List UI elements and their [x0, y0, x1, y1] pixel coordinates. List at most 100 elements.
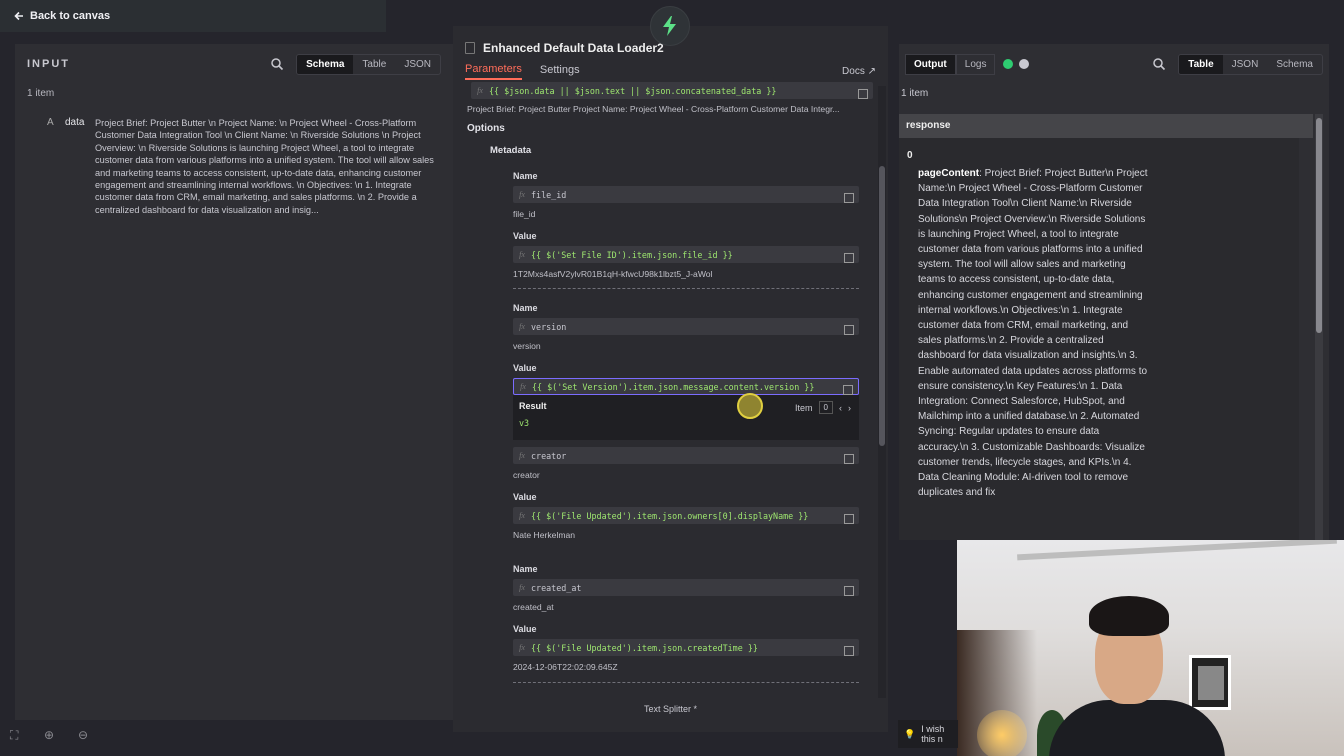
result-value: v3: [519, 418, 530, 428]
input-title: INPUT: [27, 58, 70, 70]
value-expression: {{ $('Set File ID').item.json.file_id }}: [531, 249, 733, 260]
search-icon[interactable]: [1152, 57, 1166, 71]
options-heading: Options: [467, 123, 505, 134]
ceiling-pipe: [1017, 540, 1337, 561]
zoom-out-icon[interactable]: ⊖: [78, 728, 94, 744]
expand-icon[interactable]: [843, 384, 853, 395]
value-input[interactable]: fx {{ $('Set File ID').item.json.file_id…: [513, 246, 859, 263]
tab-json[interactable]: JSON: [395, 55, 440, 74]
metadata-heading: Metadata: [490, 145, 532, 156]
output-scrollbar[interactable]: [1315, 114, 1323, 540]
input-item-count: 1 item: [27, 88, 55, 99]
fx-icon: fx: [519, 250, 525, 259]
expand-icon[interactable]: [844, 585, 854, 596]
input-panel: INPUT Schema Table JSON 1 item A data Pr…: [15, 44, 453, 720]
expand-icon[interactable]: [844, 324, 854, 335]
fx-icon: fx: [519, 322, 525, 331]
value-input[interactable]: fx {{ $('File Updated').item.json.owners…: [513, 507, 859, 524]
document-icon: [465, 42, 475, 54]
tab-table[interactable]: Table: [353, 55, 395, 74]
tab-logs[interactable]: Logs: [955, 53, 996, 75]
expand-icon[interactable]: [844, 192, 854, 203]
tab-parameters[interactable]: Parameters: [465, 63, 522, 80]
parameters-scrollbar[interactable]: [878, 86, 886, 698]
output-view-tabs: Table JSON Schema: [1178, 53, 1323, 75]
fx-icon: fx: [519, 583, 525, 592]
expand-icon[interactable]: [844, 453, 854, 464]
expand-icon[interactable]: [844, 645, 854, 656]
canvas-controls: ⛶ ⊕ ⊖: [10, 728, 94, 744]
name-input[interactable]: fx creator: [513, 447, 859, 464]
name-input[interactable]: fx created_at: [513, 579, 859, 596]
value-label: Value: [513, 492, 537, 502]
metadata-list: Name fx file_id file_id Value fx {{ $('S…: [513, 171, 859, 683]
field-value: Project Brief: Project Butter \n Project…: [95, 118, 434, 215]
expand-icon[interactable]: [844, 252, 854, 263]
tab-schema[interactable]: Schema: [1267, 55, 1322, 74]
fit-view-icon[interactable]: ⛶: [10, 728, 26, 744]
scrollbar-thumb[interactable]: [1316, 118, 1322, 333]
name-value: creator: [531, 450, 567, 461]
item-index-input[interactable]: 0: [818, 401, 833, 414]
value-expression: {{ $('Set Version').item.json.message.co…: [532, 381, 815, 392]
expand-icon[interactable]: [844, 513, 854, 524]
chevron-right-icon[interactable]: ›: [848, 403, 851, 413]
node-parameters-modal: Enhanced Default Data Loader2 Parameters…: [453, 26, 888, 732]
page-content-value: pageContent: Project Brief: Project Butt…: [918, 166, 1150, 500]
success-check-icon: [1003, 59, 1014, 69]
table-column-header: response: [899, 114, 1313, 138]
node-title[interactable]: Enhanced Default Data Loader2: [483, 41, 664, 55]
chevron-left-icon[interactable]: ‹: [839, 403, 842, 413]
info-icon[interactable]: [1019, 59, 1030, 69]
person-hair: [1089, 596, 1169, 636]
name-input[interactable]: fx file_id: [513, 186, 859, 203]
fx-icon: fx: [520, 382, 526, 391]
mouse-cursor-highlight: [737, 393, 763, 419]
name-label: Name: [513, 303, 538, 313]
tab-json[interactable]: JSON: [1223, 55, 1268, 74]
tab-schema[interactable]: Schema: [297, 54, 354, 74]
schema-field-row[interactable]: A data Project Brief: Project Butter \n …: [15, 103, 453, 216]
name-value: version: [531, 321, 567, 332]
name-preview: version: [513, 341, 541, 351]
expand-icon[interactable]: [858, 88, 868, 99]
value-preview: 2024-12-06T22:02:09.645Z: [513, 662, 618, 672]
zoom-in-icon[interactable]: ⊕: [44, 728, 60, 744]
webcam-overlay: [957, 540, 1344, 756]
back-to-canvas-button[interactable]: Back to canvas: [14, 10, 110, 22]
name-preview: created_at: [513, 602, 554, 612]
name-value: file_id: [531, 189, 567, 200]
picture-frame: [1189, 655, 1231, 710]
value-input[interactable]: fx {{ $('File Updated').item.json.create…: [513, 639, 859, 656]
field-key[interactable]: data: [65, 117, 95, 216]
output-panel: Output Logs Table JSON Schema 1 item res…: [899, 44, 1329, 540]
name-label: Name: [513, 171, 538, 181]
fx-icon: fx: [477, 86, 483, 95]
output-tabs: Output Logs: [905, 53, 996, 75]
arrow-left-icon: [14, 11, 23, 21]
search-icon[interactable]: [270, 57, 284, 71]
back-to-canvas-label: Back to canvas: [30, 10, 111, 22]
canvas-background: [0, 290, 15, 390]
parameters-scroll-area[interactable]: fx {{ $json.data || $json.text || $json.…: [467, 82, 873, 722]
tab-settings[interactable]: Settings: [540, 64, 580, 79]
docs-link[interactable]: Docs ↗: [842, 66, 876, 77]
text-splitter-label[interactable]: Text Splitter *: [453, 704, 888, 714]
value-label: Value: [513, 231, 537, 241]
docs-label: Docs: [842, 65, 865, 77]
value-expression: {{ $('File Updated').item.json.owners[0]…: [531, 510, 809, 521]
text-expression-input[interactable]: fx {{ $json.data || $json.text || $json.…: [471, 82, 873, 99]
fx-icon: fx: [519, 190, 525, 199]
feedback-text: I wish this n: [921, 724, 945, 744]
name-input[interactable]: fx version: [513, 318, 859, 335]
scrollbar-thumb[interactable]: [879, 166, 885, 446]
fx-icon: fx: [519, 451, 525, 460]
tab-output[interactable]: Output: [905, 53, 956, 75]
tab-table[interactable]: Table: [1179, 54, 1223, 74]
value-input-focused[interactable]: fx {{ $('Set Version').item.json.message…: [513, 378, 859, 395]
n8n-bolt-logo-icon: [650, 6, 690, 46]
string-type-icon: A: [47, 117, 54, 128]
expression-text: {{ $json.data || $json.text || $json.con…: [489, 85, 777, 96]
value-label: Value: [513, 363, 537, 373]
feedback-banner[interactable]: 💡 I wish this n: [898, 720, 958, 748]
